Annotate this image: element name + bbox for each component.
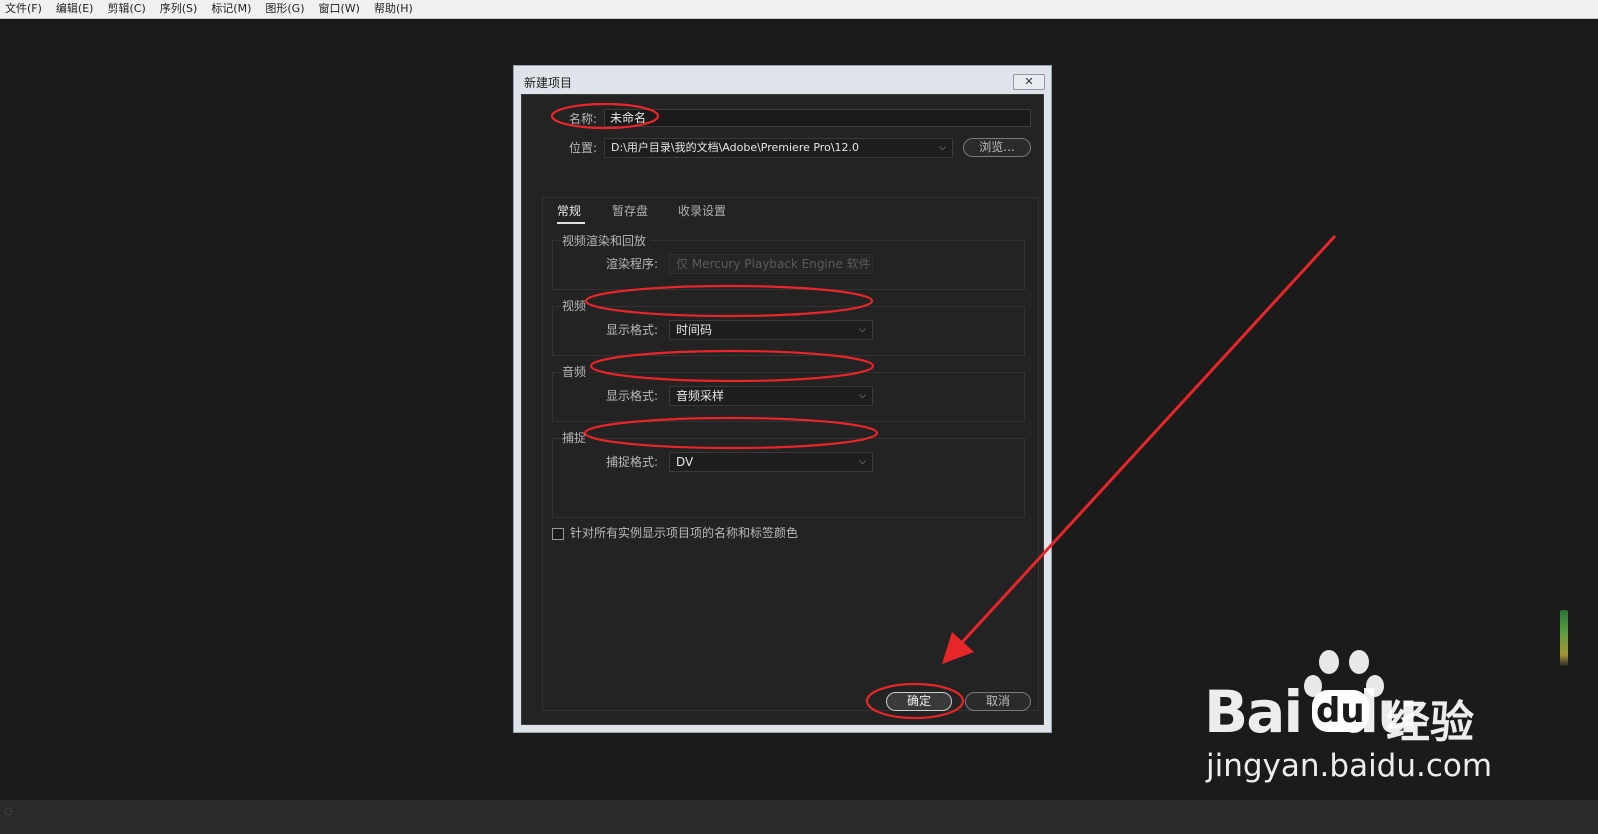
ok-button[interactable]: 确定 bbox=[886, 692, 952, 711]
cancel-button[interactable]: 取消 bbox=[965, 692, 1031, 711]
menu-clip[interactable]: 剪辑(C) bbox=[100, 0, 152, 18]
status-icon: ◌ bbox=[4, 806, 13, 817]
capture-format-select[interactable]: DV ⌵ bbox=[669, 452, 873, 472]
menu-bar: 文件(F) 编辑(E) 剪辑(C) 序列(S) 标记(M) 图形(G) 窗口(W… bbox=[0, 0, 1598, 19]
settings-panel: 常规 暂存盘 收录设置 视频渲染和回放 渲染程序: 仅 Mercury Play… bbox=[542, 197, 1039, 711]
renderer-value: 仅 Mercury Playback Engine 软件 bbox=[676, 257, 871, 271]
show-label-color-label: 针对所有实例显示项目项的名称和标签颜色 bbox=[570, 526, 799, 540]
video-group-title: 视频 bbox=[562, 297, 591, 314]
menu-file[interactable]: 文件(F) bbox=[0, 0, 49, 18]
dialog-titlebar[interactable]: 新建项目 ✕ bbox=[514, 66, 1051, 94]
renderer-label: 渲染程序: bbox=[606, 257, 659, 271]
dialog-body: 名称: 未命名 位置: D:\用户目录\我的文档\Adobe\Premiere … bbox=[521, 94, 1044, 725]
tab-general[interactable]: 常规 bbox=[557, 202, 581, 219]
video-format-label: 显示格式: bbox=[606, 323, 659, 337]
tab-ingest-settings[interactable]: 收录设置 bbox=[678, 202, 726, 219]
show-label-color-checkbox[interactable] bbox=[552, 528, 564, 540]
watermark-url: jingyan.baidu.com bbox=[1206, 748, 1493, 784]
capture-format-value: DV bbox=[676, 455, 694, 469]
baidu-brand-text: Bai du bbox=[1204, 678, 1418, 746]
baidu-jingyan-watermark: Bai du du 经验 jingyan.baidu.com bbox=[1200, 650, 1500, 786]
chevron-down-icon: ⌵ bbox=[859, 325, 866, 335]
render-group-title: 视频渲染和回放 bbox=[562, 232, 651, 249]
audio-meter bbox=[1560, 610, 1568, 666]
menu-help[interactable]: 帮助(H) bbox=[367, 0, 420, 18]
menu-edit[interactable]: 编辑(E) bbox=[49, 0, 101, 18]
capture-group bbox=[552, 438, 1025, 518]
audio-format-value: 音频采样 bbox=[676, 389, 725, 403]
status-bar: ◌ bbox=[0, 800, 1598, 834]
active-tab-indicator bbox=[557, 222, 585, 224]
video-format-value: 时间码 bbox=[676, 323, 713, 337]
menu-marker[interactable]: 标记(M) bbox=[204, 0, 258, 18]
menu-graphics[interactable]: 图形(G) bbox=[258, 0, 311, 18]
close-button[interactable]: ✕ bbox=[1013, 74, 1045, 90]
capture-group-title: 捕捉 bbox=[562, 429, 591, 446]
chevron-down-icon: ⌵ bbox=[859, 391, 866, 401]
audio-format-select[interactable]: 音频采样 ⌵ bbox=[669, 386, 873, 406]
chevron-down-icon: ⌵ bbox=[859, 259, 866, 269]
location-select[interactable]: D:\用户目录\我的文档\Adobe\Premiere Pro\12.0 ⌵ bbox=[604, 138, 953, 158]
renderer-select: 仅 Mercury Playback Engine 软件 ⌵ bbox=[669, 254, 873, 274]
audio-group-title: 音频 bbox=[562, 363, 591, 380]
dialog-title: 新建项目 bbox=[524, 76, 573, 90]
jingyan-text: 经验 bbox=[1386, 697, 1474, 748]
location-value: D:\用户目录\我的文档\Adobe\Premiere Pro\12.0 bbox=[611, 141, 860, 154]
location-label: 位置: bbox=[569, 141, 598, 155]
audio-format-label: 显示格式: bbox=[606, 389, 659, 403]
browse-button[interactable]: 浏览... bbox=[963, 138, 1031, 157]
video-format-select[interactable]: 时间码 ⌵ bbox=[669, 320, 873, 340]
menu-window[interactable]: 窗口(W) bbox=[312, 0, 367, 18]
new-project-dialog: 新建项目 ✕ 名称: 未命名 位置: D:\用户目录\我的文档\Adobe\Pr… bbox=[513, 65, 1052, 733]
name-label: 名称: bbox=[569, 112, 598, 126]
baidu-paw-text: du bbox=[1312, 690, 1369, 732]
menu-sequence[interactable]: 序列(S) bbox=[153, 0, 205, 18]
chevron-down-icon: ⌵ bbox=[939, 143, 946, 153]
close-icon: ✕ bbox=[1024, 75, 1034, 88]
capture-format-label: 捕捉格式: bbox=[606, 455, 659, 469]
tab-scratch-disks[interactable]: 暂存盘 bbox=[612, 202, 648, 219]
chevron-down-icon: ⌵ bbox=[859, 457, 866, 467]
name-input[interactable]: 未命名 bbox=[604, 109, 1031, 127]
